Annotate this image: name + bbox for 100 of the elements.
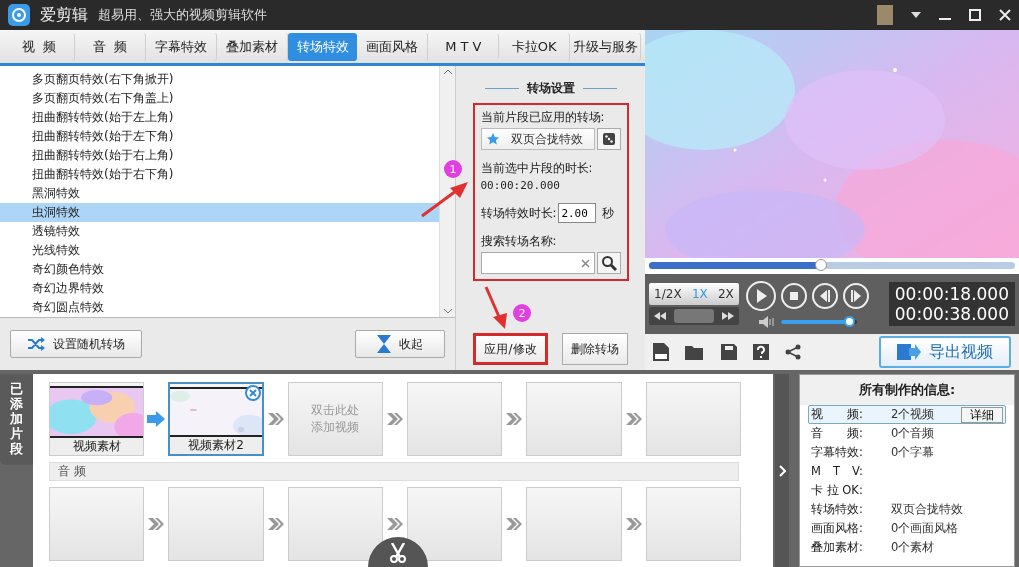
tab[interactable]: 视 频 [4,32,75,61]
info-label: 视 频: [811,407,864,422]
volume-icon[interactable] [758,316,775,328]
transition-length-field[interactable]: 2.00 [558,203,597,223]
tab[interactable]: 画面风格 [357,32,429,61]
logo-icon [8,4,30,26]
export-icon [897,343,921,361]
folder-icon[interactable] [685,344,705,360]
volume-handle[interactable] [843,316,855,327]
pointer-arrow [420,180,470,218]
jog-wheel[interactable] [649,307,739,325]
seek-bar[interactable] [649,262,1015,269]
unit-label: 秒 [601,205,615,221]
video-slot[interactable]: 视频素材 [49,382,145,456]
details-button[interactable]: 详细 [961,406,1003,423]
effect-list-item[interactable]: 扭曲翻转特效(始于右下角) [0,165,439,184]
fast-forward-icon[interactable] [722,312,734,320]
search-field[interactable] [480,252,595,274]
search-button[interactable] [596,252,621,274]
app-slogan: 超易用、强大的视频剪辑软件 [98,6,267,24]
audio-section-label: 音 频 [49,462,739,481]
tab[interactable]: 升级与服务 [570,32,641,61]
maximize-icon[interactable] [969,9,981,21]
random-transition-button[interactable]: 设置随机转场 [10,330,142,358]
share-icon[interactable] [785,344,801,360]
tab[interactable]: 叠加素材 [216,32,288,61]
info-row[interactable]: M T V: [808,462,1006,481]
info-row[interactable]: 卡 拉 OK: [808,481,1006,500]
arrow-icon [147,411,166,427]
info-label: 字幕特效: [811,445,864,460]
info-row[interactable]: 叠加素材: 0个素材 [808,538,1006,557]
tab[interactable]: 字幕特效 [145,32,217,61]
info-label: 音 频: [811,426,864,441]
info-row[interactable]: 音 频: 0个音频 [808,424,1006,443]
seek-handle[interactable] [815,259,827,271]
audio-slot[interactable] [406,487,503,561]
rewind-icon[interactable] [654,312,666,320]
chevron-icon [624,412,643,426]
effect-list-item[interactable]: 黑洞特效 [0,184,439,203]
panel-toggle[interactable] [775,374,789,567]
scrollbar[interactable] [439,66,455,317]
effect-list-item[interactable]: 扭曲翻转特效(始于左下角) [0,127,439,146]
added-clips-tab[interactable]: 已添加片段 [0,374,33,465]
search-icon [600,255,617,271]
info-label: 画面风格: [811,521,864,536]
effect-list-item[interactable]: 光线特效 [0,241,439,260]
hourglass-icon [377,335,391,353]
tab[interactable]: M T V [428,34,500,59]
effect-list-item[interactable]: 多页翻页特效(右下角盖上) [0,89,439,108]
effect-list-item[interactable]: 奇幻颜色特效 [0,260,439,279]
user-avatar-icon [877,5,893,25]
save-icon[interactable] [721,344,737,360]
speed-option[interactable]: 2X [718,287,734,301]
chevron-icon [266,412,285,426]
info-label: 卡 拉 OK: [811,483,864,498]
effect-list-item[interactable]: 扭曲翻转特效(始于右上角) [0,146,439,165]
info-title: 所有制作的信息: [858,381,956,399]
dropdown-icon[interactable] [911,12,921,18]
effect-list-item[interactable]: 扭曲翻转特效(始于左上角) [0,108,439,127]
delete-transition-button[interactable]: 删除转场 [561,333,628,365]
info-label: M T V: [811,464,864,479]
clear-icon[interactable] [580,258,590,268]
effect-list-item[interactable]: 虫洞特效 [0,203,439,222]
dice-button[interactable] [596,128,621,150]
audio-slot[interactable] [287,487,384,561]
next-frame-icon[interactable] [842,282,870,310]
speed-option[interactable]: 1/2X [654,287,682,301]
chevron-icon [386,412,404,426]
info-row[interactable]: 转场特效: 双页合拢特效 [808,500,1006,519]
transition-length-label: 转场特效时长: [480,205,557,221]
play-icon[interactable] [745,280,777,312]
add-video-hint: 添加视频 [311,419,360,436]
effect-list-item[interactable]: 奇幻边界特效 [0,279,439,298]
info-value: 0个字幕 [891,445,935,460]
effect-list-item[interactable]: 多页翻页特效(右下角掀开) [0,70,439,89]
effect-list-item[interactable]: 透镜特效 [0,222,439,241]
add-video-hint: 双击此处 [311,402,360,419]
tab[interactable]: 卡拉OK [499,32,571,61]
previous-frame-icon[interactable] [811,282,839,310]
remove-icon[interactable] [244,385,261,401]
info-row[interactable]: 字幕特效: 0个字幕 [808,443,1006,462]
info-row[interactable]: 视 频: 2个视频 详细 [808,405,1006,424]
close-icon[interactable] [999,9,1011,21]
chevron-icon [624,517,643,531]
clip-duration-label: 当前选中片段的时长: [480,161,594,176]
effect-list-item[interactable]: 奇幻圆点特效 [0,298,439,317]
apply-button[interactable]: 应用/修改 [473,333,548,365]
stop-icon[interactable] [780,282,808,310]
help-icon[interactable] [753,344,769,360]
collapse-button[interactable]: 收起 [355,330,445,358]
chevron-icon [266,517,285,531]
star-icon [486,133,499,145]
chevron-icon [505,412,524,426]
info-row[interactable]: 画面风格: 0个画面风格 [808,519,1006,538]
video-slot[interactable]: 视频素材2 [168,382,264,456]
new-file-icon[interactable] [653,343,669,361]
export-video-button[interactable]: 导出视频 [879,336,1011,368]
tab[interactable]: 音 频 [74,32,146,61]
clip-duration-value: 00:00:20.000 [480,179,561,192]
current-time: 00:00:18.000 [894,284,1009,304]
